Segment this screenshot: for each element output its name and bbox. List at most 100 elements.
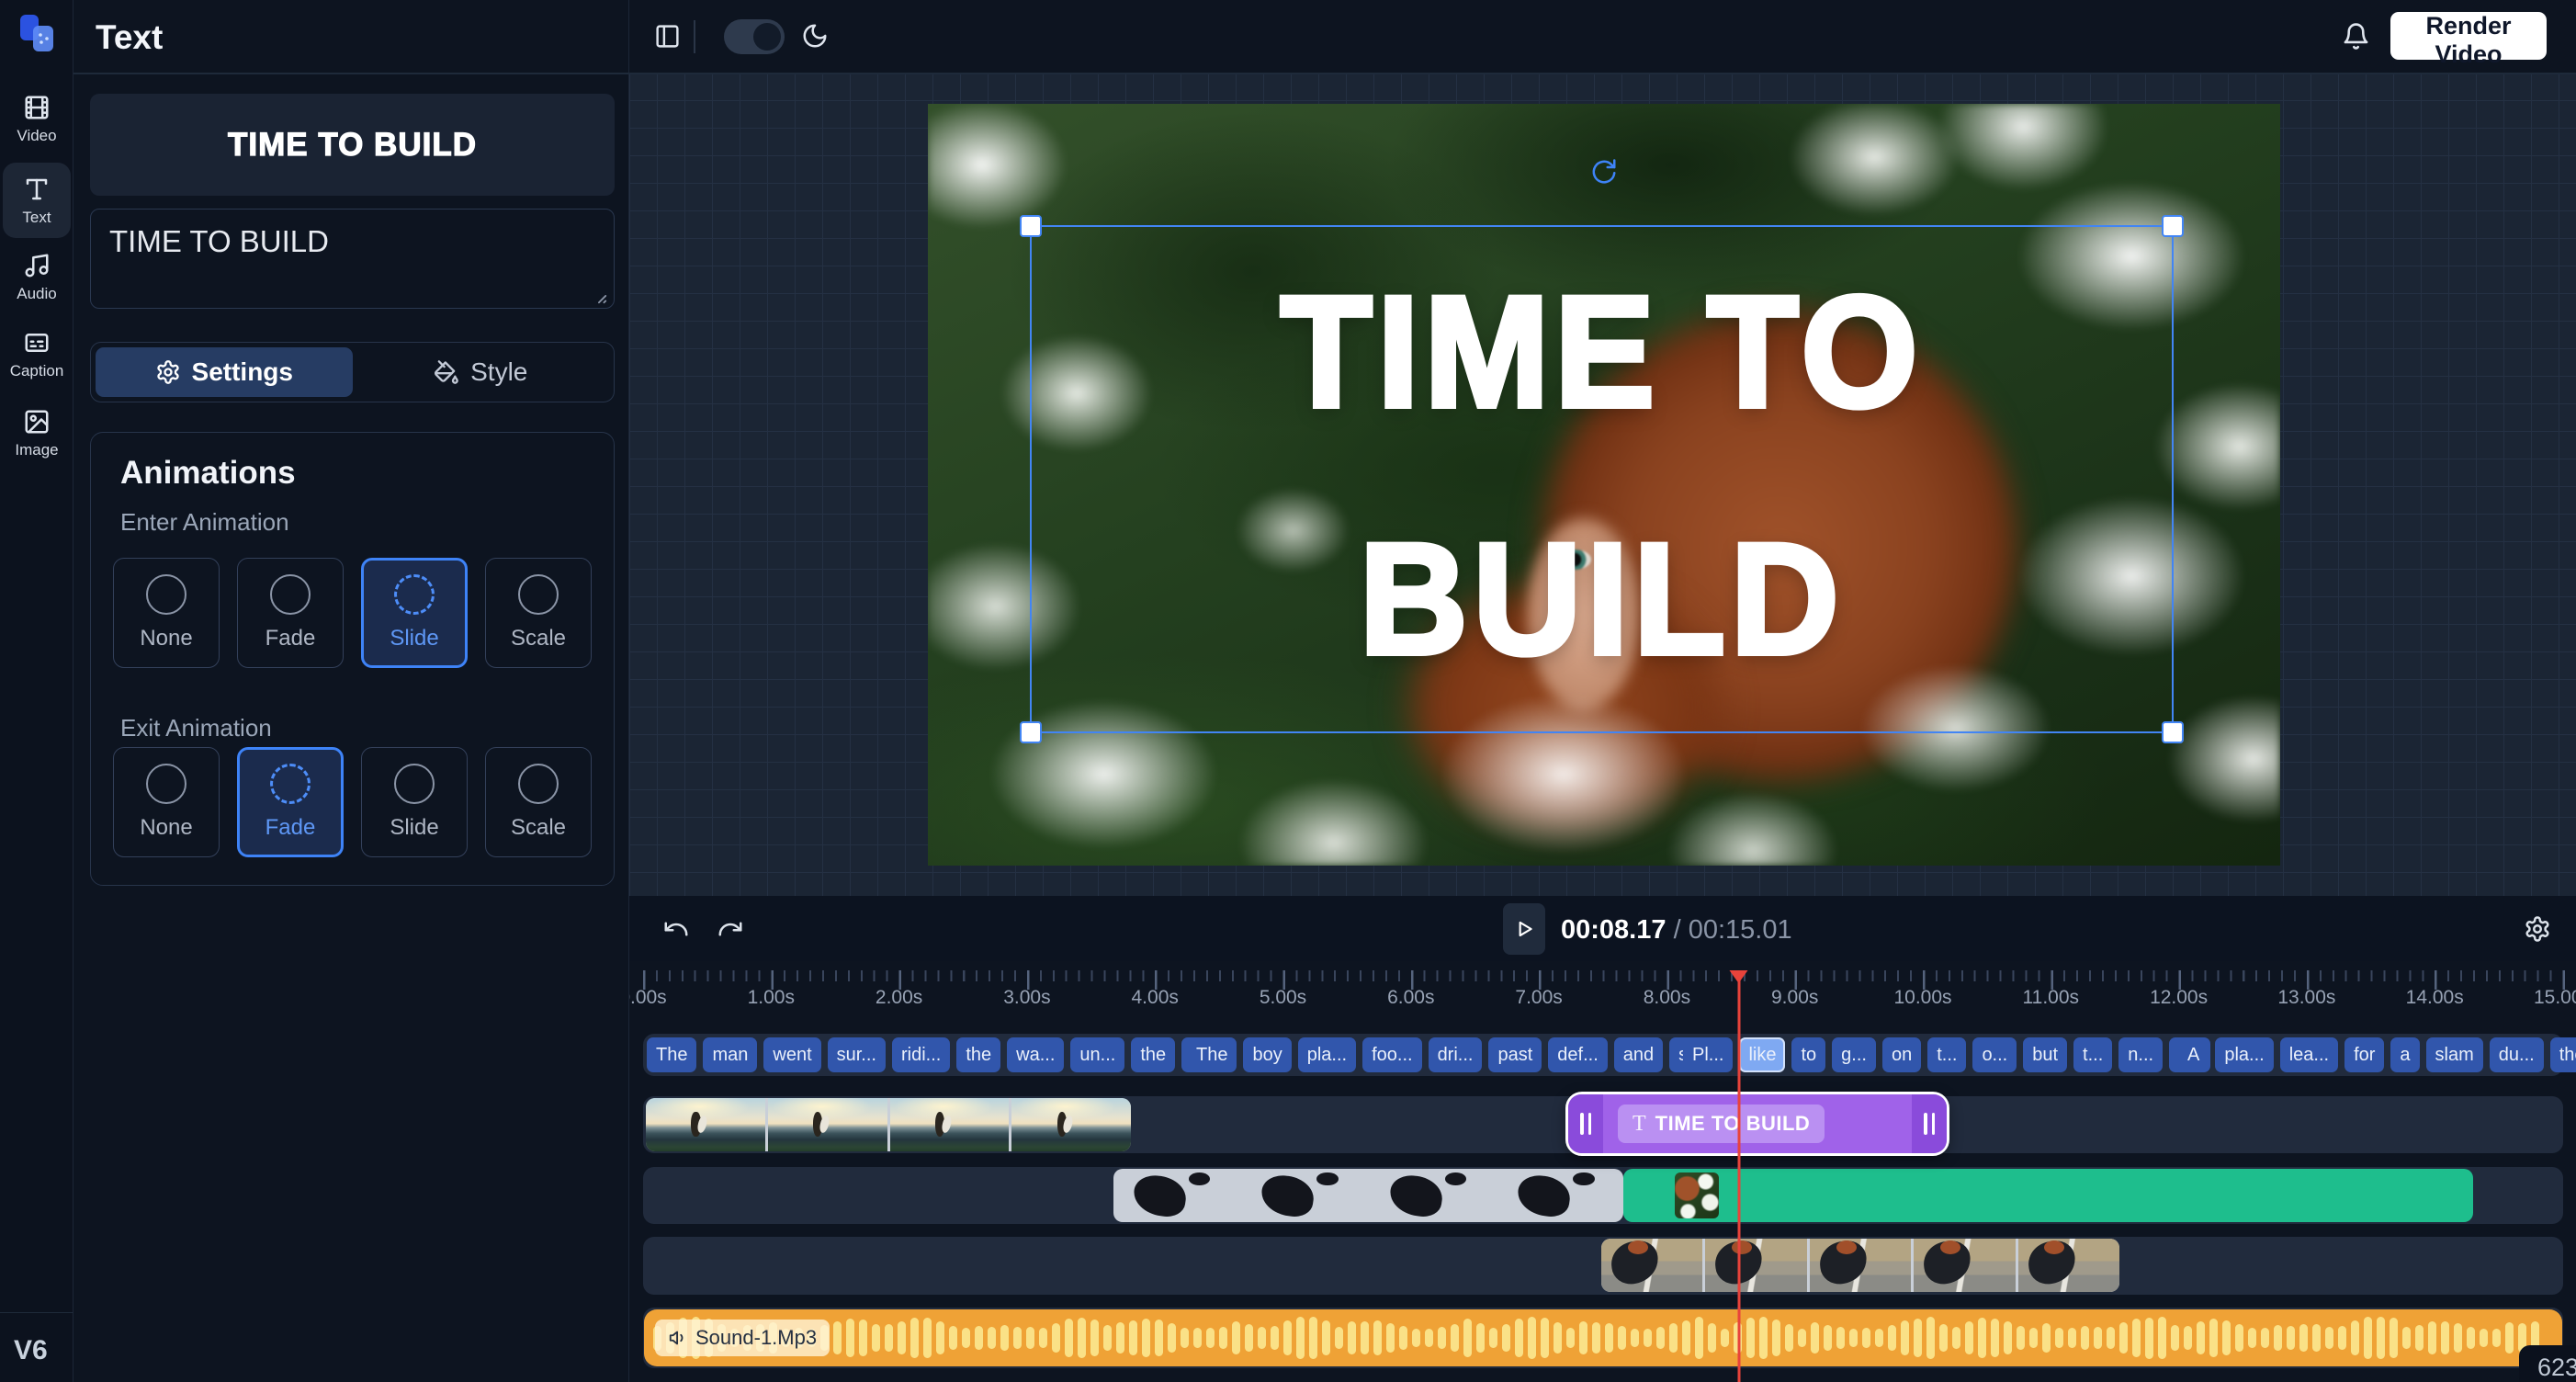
type-icon xyxy=(23,176,51,203)
video-clip-flowers[interactable] xyxy=(1623,1169,2473,1222)
caption-word-chip[interactable]: a xyxy=(2390,1037,2419,1072)
gear-icon[interactable] xyxy=(2524,915,2551,943)
waveform-bar xyxy=(1489,1328,1497,1348)
text-selection-box[interactable] xyxy=(1030,225,2174,733)
animation-option-fade[interactable]: Fade xyxy=(237,747,344,857)
tab-style[interactable]: Style xyxy=(353,347,610,397)
waveform-bar xyxy=(962,1328,970,1348)
caption-word-chip[interactable]: lea... xyxy=(2280,1037,2338,1072)
caption-word-chip[interactable]: for xyxy=(2344,1037,2384,1072)
time-separator: / xyxy=(1674,915,1681,945)
header-divider xyxy=(73,73,2576,74)
caption-word-chip[interactable]: sur... xyxy=(828,1037,886,1072)
waveform-bar xyxy=(1039,1328,1047,1349)
resize-handle-top-left[interactable] xyxy=(1020,215,1042,237)
caption-word-chip[interactable]: the xyxy=(1131,1037,1175,1072)
bell-icon[interactable] xyxy=(2342,22,2370,51)
caption-word-chip[interactable]: on xyxy=(1882,1037,1921,1072)
video-clip-surfing[interactable] xyxy=(646,1098,1131,1151)
redo-icon[interactable] xyxy=(717,915,744,943)
animation-option-slide[interactable]: Slide xyxy=(361,747,468,857)
caption-word-chip[interactable]: A xyxy=(2178,1037,2209,1072)
undo-icon[interactable] xyxy=(662,915,690,943)
rotate-cw-icon[interactable] xyxy=(1590,158,1618,186)
tab-settings[interactable]: Settings xyxy=(96,347,353,397)
caption-group: Pl...liketog...ont...o...butt...n...y...… xyxy=(1683,1037,2261,1072)
panel-left-icon[interactable] xyxy=(654,23,681,50)
waveform-bar xyxy=(1772,1320,1780,1357)
caption-word-chip[interactable]: and xyxy=(1614,1037,1663,1072)
sidebar-item-text[interactable]: Text xyxy=(3,163,71,238)
animation-option-none[interactable]: None xyxy=(113,558,220,668)
resize-handle-bottom-left[interactable] xyxy=(1020,721,1042,743)
playhead[interactable] xyxy=(1738,970,1741,1382)
moon-icon[interactable] xyxy=(801,22,829,50)
video-frame-thumbnail xyxy=(1113,1169,1239,1222)
waveform-bar xyxy=(2132,1319,2141,1357)
caption-word-chip[interactable]: def... xyxy=(1548,1037,1607,1072)
animation-option-fade[interactable]: Fade xyxy=(237,558,344,668)
caption-word-chip[interactable]: the xyxy=(2550,1037,2576,1072)
sidebar-item-video[interactable]: Video xyxy=(3,94,71,145)
text-content-input[interactable]: TIME TO BUILD xyxy=(90,209,615,309)
caption-word-chip[interactable]: to xyxy=(1791,1037,1825,1072)
clip-trim-handle-right[interactable] xyxy=(1912,1094,1947,1153)
caption-word-chip[interactable]: g... xyxy=(1832,1037,1876,1072)
ruler-label: 7.00s xyxy=(1515,987,1562,1009)
animation-option-slide[interactable]: Slide xyxy=(361,558,468,668)
resize-handle-bottom-right[interactable] xyxy=(2162,721,2184,743)
current-time: 00:08.17 xyxy=(1561,915,1666,945)
caption-word-chip[interactable]: foo... xyxy=(1362,1037,1421,1072)
rail-footer: V6 xyxy=(0,1312,73,1382)
caption-word-chip[interactable]: the xyxy=(956,1037,1000,1072)
waveform-bar xyxy=(2299,1324,2308,1352)
caption-word-chip[interactable]: du... xyxy=(2490,1037,2544,1072)
caption-word-chip[interactable]: man xyxy=(703,1037,757,1072)
caption-word-chip[interactable]: like xyxy=(1739,1037,1785,1072)
timeline-ruler[interactable]: 0.00s1.00s2.00s3.00s4.00s5.00s6.00s7.00s… xyxy=(629,961,2576,1025)
animation-option-label: None xyxy=(140,815,192,841)
sidebar-item-audio[interactable]: Audio xyxy=(3,252,71,303)
clip-trim-handle-left[interactable] xyxy=(1568,1094,1603,1153)
caption-word-chip[interactable]: boy xyxy=(1243,1037,1291,1072)
waveform-bar xyxy=(2094,1327,2102,1349)
waveform-bar xyxy=(2377,1317,2385,1358)
caption-word-chip[interactable]: t... xyxy=(2073,1037,2112,1072)
caption-word-chip[interactable]: un... xyxy=(1070,1037,1124,1072)
video-clip-soccer[interactable] xyxy=(1113,1169,1623,1222)
caption-word-chip[interactable]: wa... xyxy=(1007,1037,1064,1072)
audio-clip[interactable]: Sound-1.Mp3 xyxy=(644,1309,2562,1366)
animation-option-scale[interactable]: Scale xyxy=(485,558,592,668)
sidebar-item-caption[interactable]: Caption xyxy=(3,329,71,380)
waveform-bar xyxy=(1811,1322,1819,1354)
caption-word-chip[interactable]: o... xyxy=(1972,1037,2017,1072)
caption-word-chip[interactable]: The xyxy=(1187,1037,1237,1072)
ruler-label: 5.00s xyxy=(1260,987,1306,1009)
caption-word-chip[interactable]: Pl... xyxy=(1683,1037,1733,1072)
exit-animation-label: Exit Animation xyxy=(120,714,272,742)
animation-option-none[interactable]: None xyxy=(113,747,220,857)
text-clip[interactable]: T TIME TO BUILD xyxy=(1565,1092,1949,1156)
caption-word-chip[interactable]: The xyxy=(647,1037,696,1072)
video-track-3 xyxy=(643,1237,2563,1295)
caption-word-chip[interactable]: slam xyxy=(2426,1037,2483,1072)
render-video-button[interactable]: Render Video xyxy=(2390,12,2547,60)
caption-word-chip[interactable]: dri... xyxy=(1429,1037,1483,1072)
animations-card: Animations Enter Animation NoneFadeSlide… xyxy=(90,432,615,886)
caption-word-chip[interactable]: n... xyxy=(2118,1037,2163,1072)
caption-word-chip[interactable]: but xyxy=(2023,1037,2067,1072)
theme-toggle-switch[interactable] xyxy=(724,19,785,54)
caption-word-chip[interactable]: pla... xyxy=(2215,1037,2273,1072)
video-clip-cycling[interactable] xyxy=(1601,1239,2119,1292)
caption-word-chip[interactable]: t... xyxy=(1927,1037,1966,1072)
animation-option-scale[interactable]: Scale xyxy=(485,747,592,857)
resize-handle-top-right[interactable] xyxy=(2162,215,2184,237)
caption-word-chip[interactable]: went xyxy=(763,1037,820,1072)
video-frame-thumbnail xyxy=(1601,1239,1702,1292)
play-button[interactable] xyxy=(1503,903,1545,955)
caption-word-chip[interactable]: ridi... xyxy=(892,1037,950,1072)
text-panel: Text TIME TO BUILD TIME TO BUILD Setting… xyxy=(73,0,629,1382)
caption-word-chip[interactable]: pla... xyxy=(1298,1037,1356,1072)
sidebar-item-image[interactable]: Image xyxy=(3,408,71,459)
caption-word-chip[interactable]: past xyxy=(1488,1037,1542,1072)
